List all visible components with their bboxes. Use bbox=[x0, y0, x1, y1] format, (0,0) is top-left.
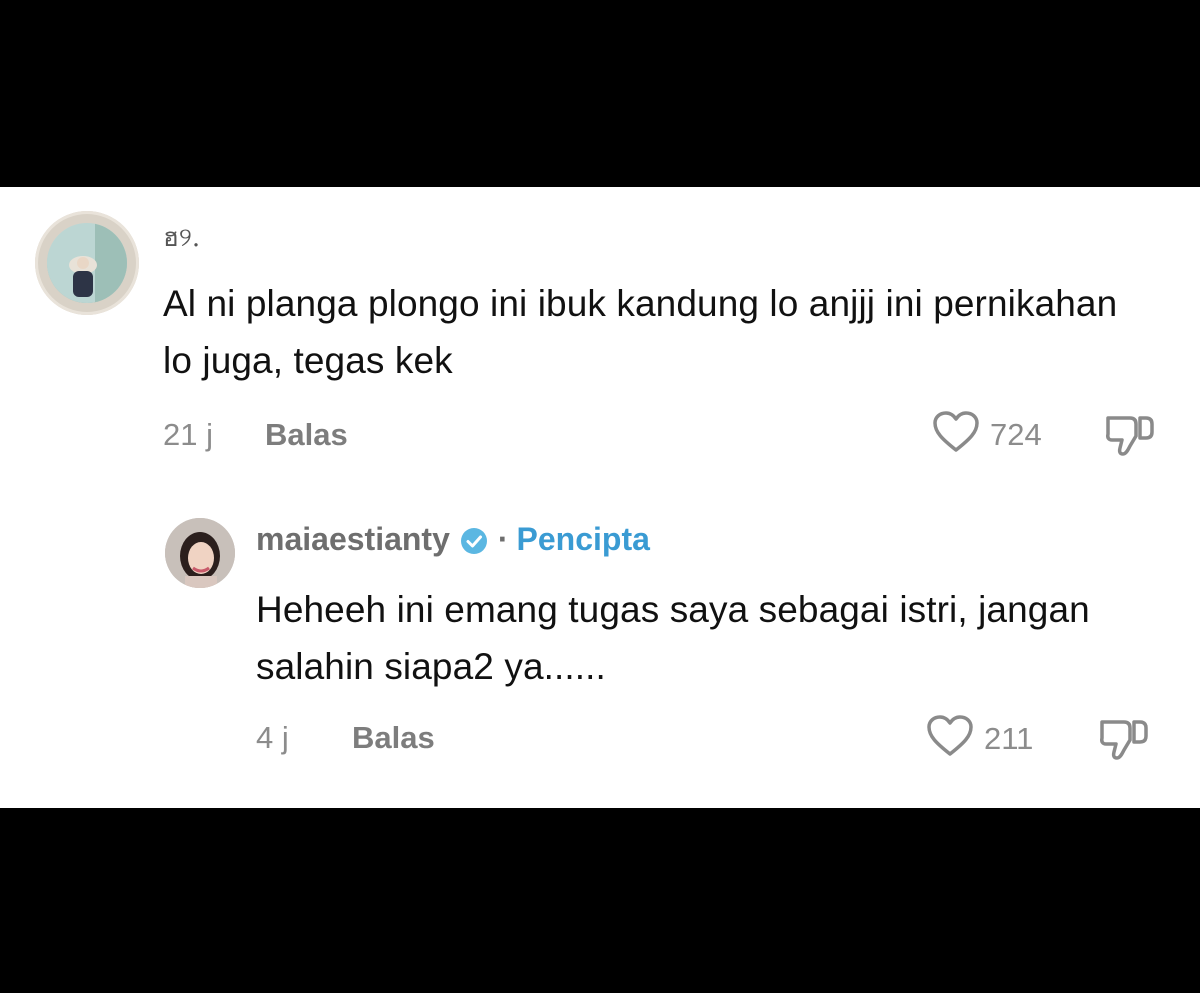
reply-button[interactable]: Balas bbox=[265, 417, 348, 453]
comment-timestamp: 4 j bbox=[256, 720, 289, 755]
dislike-button[interactable] bbox=[1098, 716, 1150, 767]
avatar[interactable] bbox=[165, 518, 235, 588]
comment-timestamp: 21 j bbox=[163, 417, 213, 452]
heart-icon bbox=[932, 410, 980, 459]
comment-username[interactable]: maiaestianty bbox=[256, 521, 450, 558]
like-button[interactable]: 724 bbox=[932, 410, 1042, 459]
verified-badge-icon bbox=[460, 526, 488, 554]
like-count: 724 bbox=[990, 416, 1042, 452]
comment-author: maiaestianty · Pencipta bbox=[256, 521, 650, 558]
comment-username[interactable]: ฮ୨. bbox=[163, 217, 200, 258]
separator: · bbox=[497, 521, 509, 557]
comments-panel: ฮ୨. Al ni planga plongo ini ibuk kandung… bbox=[0, 187, 1200, 808]
creator-label: Pencipta bbox=[516, 521, 650, 557]
like-button[interactable]: 211 bbox=[926, 714, 1033, 763]
thumbs-down-icon bbox=[1098, 720, 1150, 766]
avatar[interactable] bbox=[35, 211, 139, 315]
comment-text: Al ni planga plongo ini ibuk kandung lo … bbox=[163, 283, 1118, 381]
comment-text: Heheeh ini emang tugas saya sebagai istr… bbox=[256, 589, 1090, 687]
reply-button[interactable]: Balas bbox=[352, 720, 435, 756]
dislike-button[interactable] bbox=[1104, 412, 1156, 463]
like-count: 211 bbox=[984, 720, 1034, 756]
thumbs-down-icon bbox=[1104, 416, 1156, 462]
heart-icon bbox=[926, 714, 974, 763]
